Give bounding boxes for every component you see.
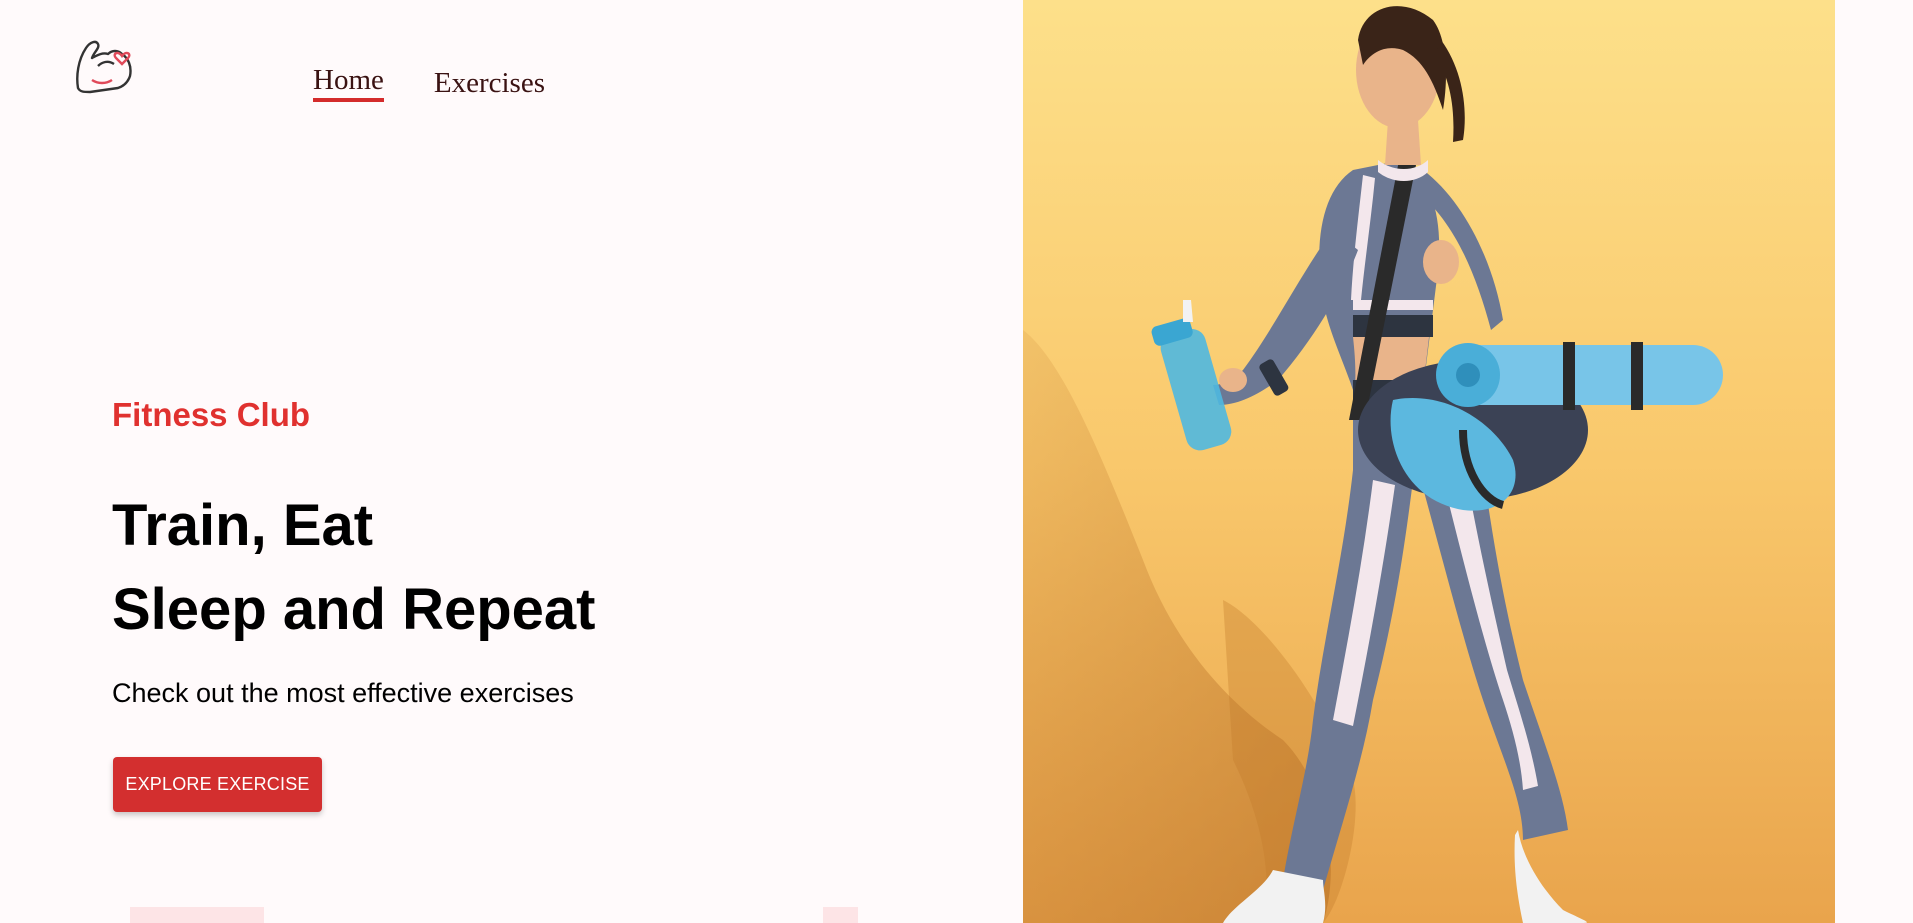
hero-banner-image — [1023, 0, 1835, 923]
hero-subtext: Check out the most effective exercises — [112, 678, 574, 708]
page: Home Exercises Fitness Club Train, Eat S… — [0, 0, 1913, 923]
main-nav: Home Exercises — [313, 64, 545, 102]
next-section-edge-right — [823, 907, 858, 923]
hero-headline-line-1: Train, Eat — [112, 493, 374, 558]
next-section-edge-left — [130, 907, 264, 923]
hero-headline: Train, Eat Sleep and Repeat — [112, 484, 595, 652]
nav-link-exercises[interactable]: Exercises — [434, 67, 545, 102]
nav-link-home[interactable]: Home — [313, 64, 384, 102]
explore-exercise-button[interactable]: EXPLORE EXERCISE — [113, 757, 322, 812]
hero-headline-line-2: Sleep and Repeat — [112, 577, 596, 642]
hero-tagline: Fitness Club — [112, 396, 311, 433]
logo-icon[interactable] — [72, 36, 136, 100]
